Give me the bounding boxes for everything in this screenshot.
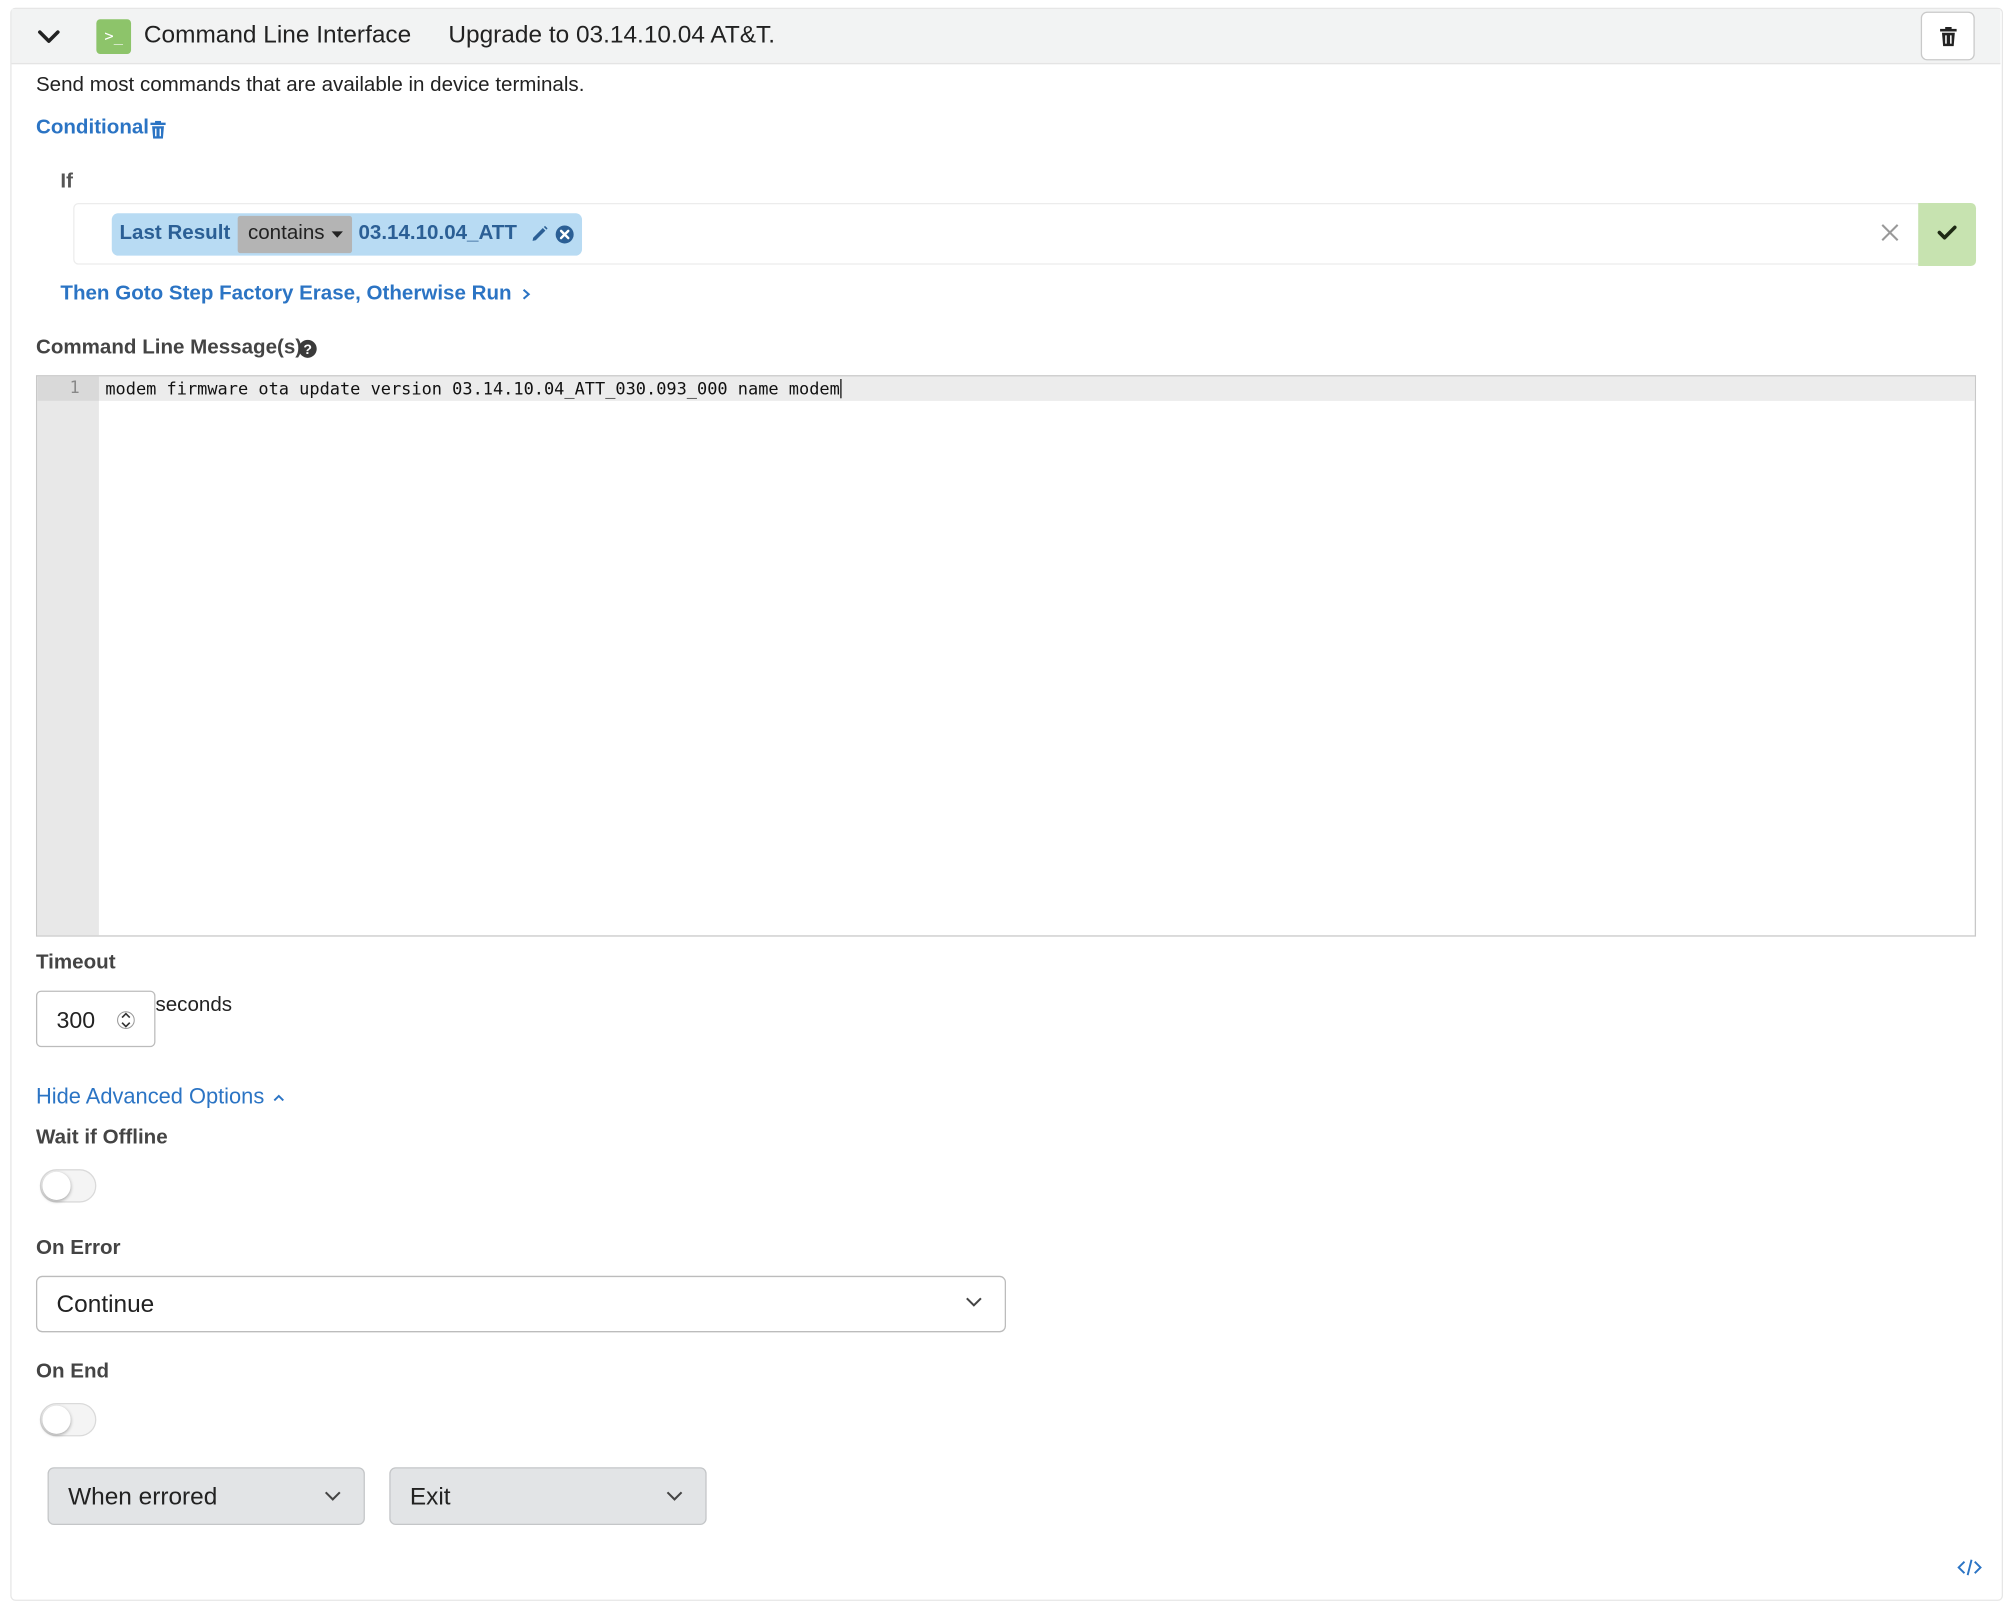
confirm-condition-button[interactable] xyxy=(1918,202,1977,266)
timeout-input[interactable]: 300 xyxy=(35,990,156,1048)
on-end-action-select[interactable]: Exit xyxy=(389,1467,707,1526)
terminal-icon: >_ xyxy=(96,19,132,54)
code-text: modem firmware ota update version 03.14.… xyxy=(105,380,840,400)
remove-circle-icon[interactable] xyxy=(555,225,574,251)
on-end-condition-select[interactable]: When errored xyxy=(47,1467,365,1526)
toggle-knob xyxy=(42,1405,71,1434)
condition-value[interactable]: 03.14.10.04_ATT xyxy=(358,222,516,245)
pencil-icon[interactable] xyxy=(531,225,549,249)
condition-operator-label: contains xyxy=(247,222,325,245)
collapse-chevron-icon[interactable] xyxy=(36,24,62,50)
on-end-label: On End xyxy=(35,1360,110,1383)
on-end-condition-selected: When errored xyxy=(68,1483,218,1511)
timeout-value: 300 xyxy=(56,1007,96,1033)
condition-operator-dropdown[interactable]: contains xyxy=(237,215,353,254)
trash-icon[interactable] xyxy=(150,120,166,145)
caret-down-icon xyxy=(331,231,344,238)
code-view-icon[interactable] xyxy=(1957,1558,1983,1582)
spinner-arrows-icon[interactable] xyxy=(117,1007,135,1033)
step-type-title: Command Line Interface xyxy=(143,21,412,49)
chevron-down-icon xyxy=(324,1491,341,1501)
then-goto-text: Then Goto Step Factory Erase, Otherwise … xyxy=(60,282,512,305)
step-name[interactable]: Upgrade to 03.14.10.04 AT&T. xyxy=(448,22,775,50)
help-icon[interactable]: ? xyxy=(298,339,317,365)
on-error-selected: Continue xyxy=(56,1291,155,1319)
checkmark-icon xyxy=(1937,225,1957,240)
chevron-right-icon xyxy=(522,288,530,300)
clear-condition-icon[interactable] xyxy=(1880,222,1901,249)
hide-advanced-options-link[interactable]: Hide Advanced Options xyxy=(36,1084,286,1110)
on-error-label: On Error xyxy=(35,1237,121,1260)
step-description: Send most commands that are available in… xyxy=(35,74,585,97)
chevron-up-icon xyxy=(274,1094,285,1102)
advanced-toggle-text: Hide Advanced Options xyxy=(35,1084,265,1109)
conditional-toggle-link[interactable]: Conditional xyxy=(36,117,149,140)
on-end-action-selected: Exit xyxy=(409,1483,451,1511)
timeout-label: Timeout xyxy=(35,952,116,974)
command-editor[interactable]: 1 modem firmware ota update version 03.1… xyxy=(35,375,1977,937)
svg-text:?: ? xyxy=(303,341,312,357)
trash-icon xyxy=(1940,26,1957,47)
condition-field[interactable]: Last Result xyxy=(119,222,230,245)
chevron-down-icon xyxy=(966,1297,982,1307)
on-end-toggle[interactable] xyxy=(39,1403,97,1437)
text-cursor xyxy=(839,379,842,399)
line-number: 1 xyxy=(69,379,80,399)
chevron-down-icon xyxy=(666,1491,683,1501)
if-label: If xyxy=(60,170,73,193)
timeout-unit: seconds xyxy=(155,994,233,1017)
editor-gutter xyxy=(37,376,99,936)
on-error-select[interactable]: Continue xyxy=(35,1275,1006,1333)
code-line[interactable]: modem firmware ota update version 03.14.… xyxy=(105,379,842,400)
wait-if-offline-label: Wait if Offline xyxy=(35,1126,168,1149)
delete-step-button[interactable] xyxy=(1920,11,1975,61)
toggle-knob xyxy=(42,1171,71,1201)
wait-if-offline-toggle[interactable] xyxy=(39,1169,97,1203)
then-goto-link[interactable]: Then Goto Step Factory Erase, Otherwise … xyxy=(60,283,530,306)
command-messages-label: Command Line Message(s) xyxy=(35,336,303,359)
